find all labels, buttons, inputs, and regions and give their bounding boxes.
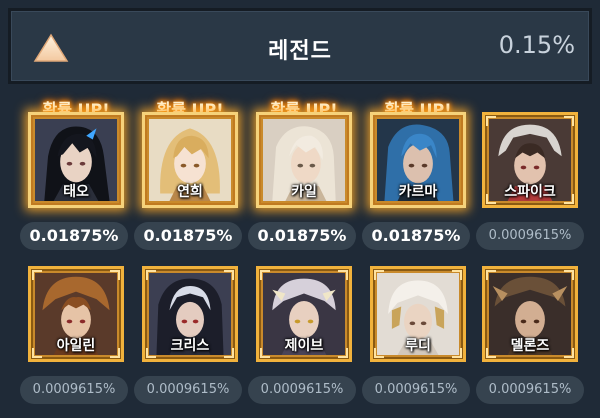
character-name: 제이브 <box>284 338 324 354</box>
draw-rate: 0.0009615% <box>476 376 584 404</box>
character-card-eileen[interactable]: 아일린 <box>28 266 124 362</box>
character-card-spike[interactable]: 스파이크 <box>482 112 578 208</box>
character-card-delonz[interactable]: 델론즈 <box>482 266 578 362</box>
grade-total-rate: 0.15% <box>498 31 575 59</box>
draw-rate: 0.0009615% <box>362 376 470 404</box>
draw-rate: 0.01875% <box>362 222 470 250</box>
character-name: 카르마 <box>398 184 438 200</box>
character-card-rudy[interactable]: 루디 <box>370 266 466 362</box>
character-name: 크리스 <box>170 338 210 354</box>
character-name: 델론즈 <box>510 338 550 354</box>
draw-rate: 0.0009615% <box>476 222 584 250</box>
character-name: 루디 <box>405 338 431 354</box>
character-card-karma[interactable]: 카르마 <box>370 112 466 208</box>
draw-rate: 0.01875% <box>134 222 242 250</box>
character-name: 스파이크 <box>504 184 556 200</box>
character-card-chris[interactable]: 크리스 <box>142 266 238 362</box>
draw-rate: 0.01875% <box>248 222 356 250</box>
character-card-taeo[interactable]: 태오 <box>28 112 124 208</box>
character-card-yeonhui[interactable]: 연희 <box>142 112 238 208</box>
draw-rate: 0.01875% <box>20 222 128 250</box>
draw-rate: 0.0009615% <box>248 376 356 404</box>
character-name: 태오 <box>63 184 89 200</box>
draw-rate: 0.0009615% <box>134 376 242 404</box>
character-card-kyle[interactable]: 카일 <box>256 112 352 208</box>
legend-grade-header[interactable]: 레전드 0.15% <box>8 8 592 84</box>
draw-rate: 0.0009615% <box>20 376 128 404</box>
character-name: 아일린 <box>56 338 96 354</box>
character-name: 카일 <box>291 184 317 200</box>
character-card-jave[interactable]: 제이브 <box>256 266 352 362</box>
character-name: 연희 <box>177 184 203 200</box>
